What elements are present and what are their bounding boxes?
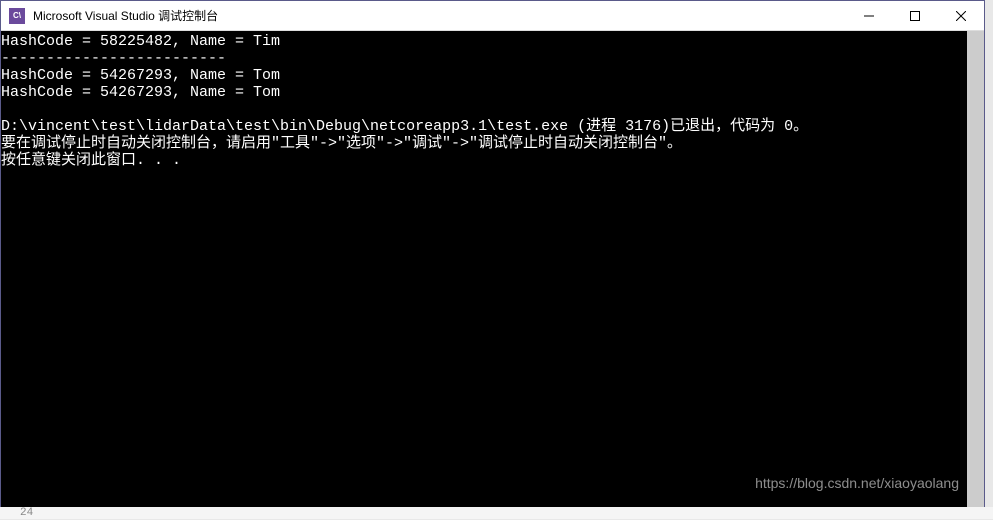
vertical-scrollbar[interactable] [967, 31, 984, 509]
background-editor-strip: 24 [0, 507, 993, 519]
maximize-button[interactable] [892, 1, 938, 30]
scrollbar-thumb[interactable] [967, 31, 984, 509]
window-controls [846, 1, 984, 30]
line-number: 24 [20, 507, 33, 519]
minimize-icon [864, 11, 874, 21]
close-button[interactable] [938, 1, 984, 30]
minimize-button[interactable] [846, 1, 892, 30]
console-window: C\ Microsoft Visual Studio 调试控制台 HashCod… [0, 0, 985, 510]
window-title: Microsoft Visual Studio 调试控制台 [33, 7, 846, 24]
console-output[interactable]: HashCode = 58225482, Name = Tim --------… [1, 31, 967, 509]
app-icon-text: C\ [13, 11, 21, 20]
titlebar[interactable]: C\ Microsoft Visual Studio 调试控制台 [1, 1, 984, 31]
console-area: HashCode = 58225482, Name = Tim --------… [1, 31, 984, 509]
app-icon: C\ [9, 8, 25, 24]
maximize-icon [910, 11, 920, 21]
close-icon [956, 11, 966, 21]
